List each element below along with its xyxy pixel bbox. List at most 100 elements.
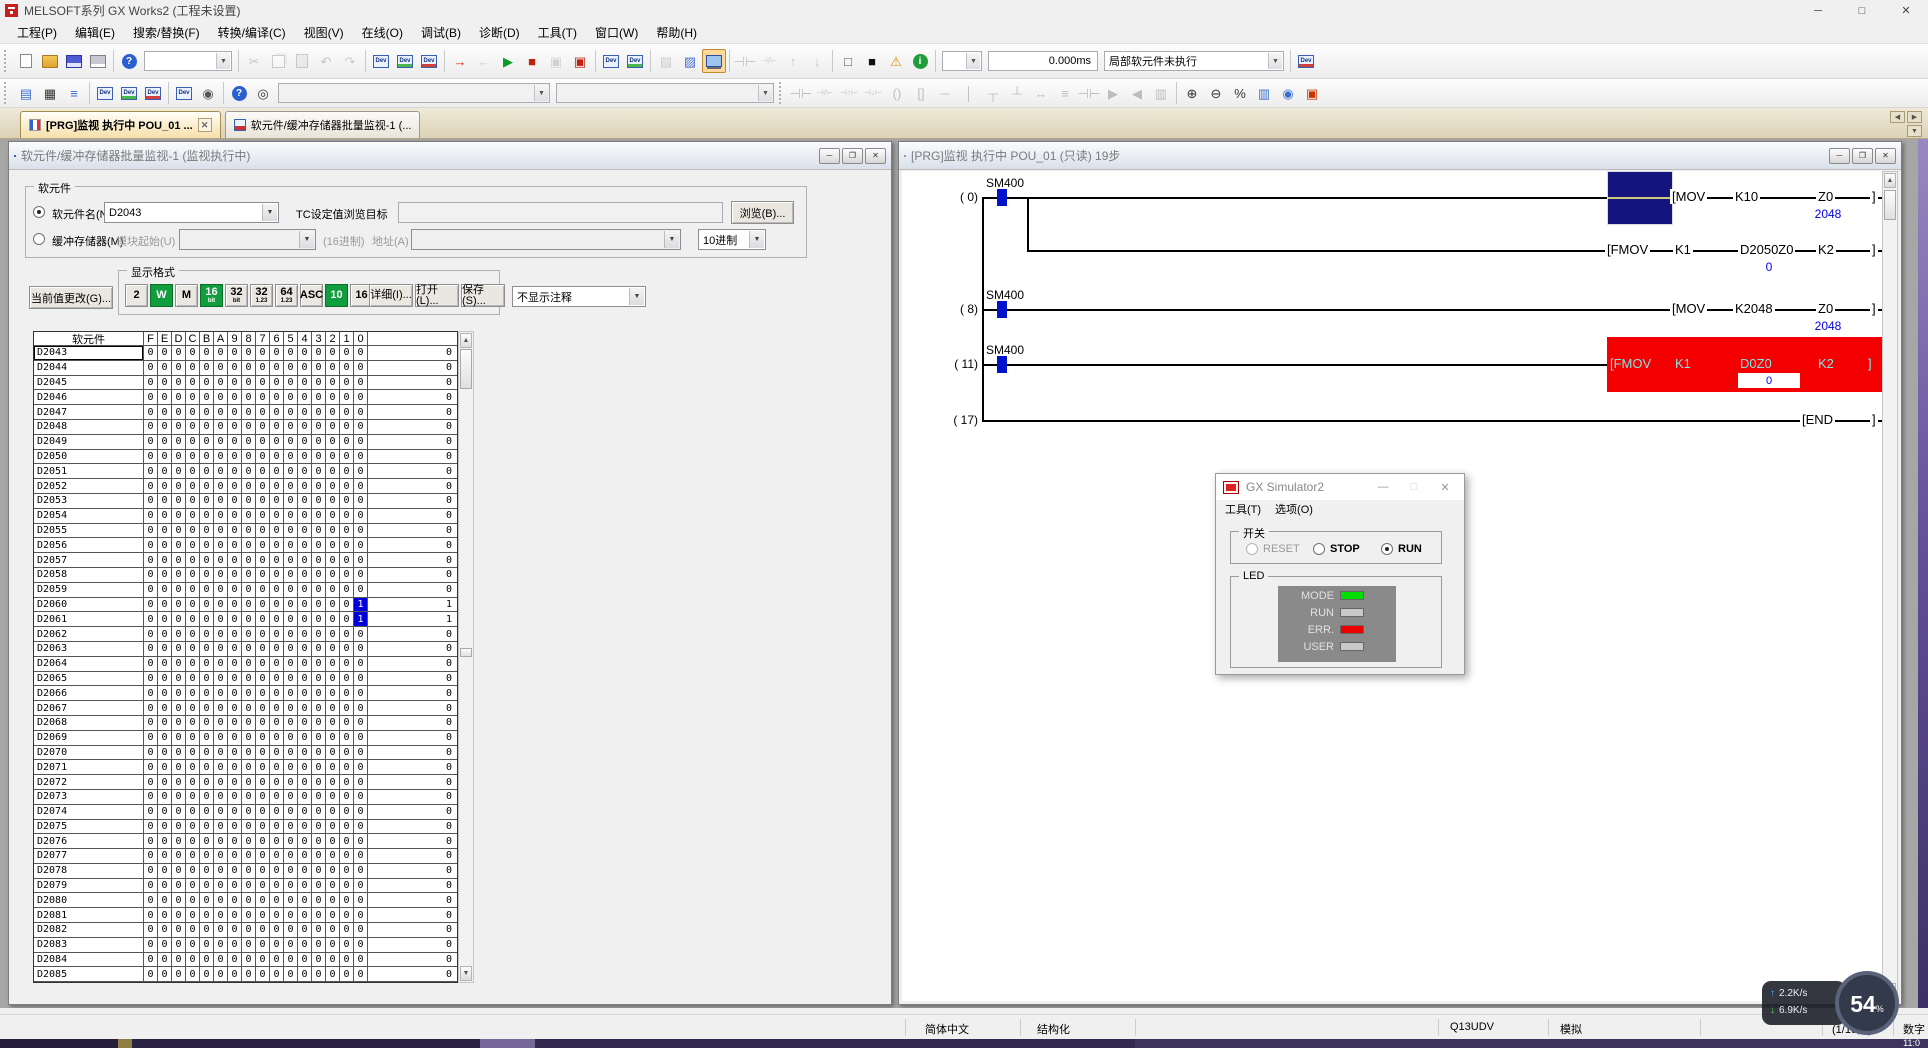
bit-cell[interactable]: 0	[298, 346, 312, 360]
bit-cell[interactable]: 0	[186, 790, 200, 804]
bit-cell[interactable]: 0	[200, 775, 214, 789]
bit-cell[interactable]: 0	[214, 405, 228, 419]
bit-cell[interactable]: 0	[270, 701, 284, 715]
bit-cell[interactable]: 0	[242, 746, 256, 760]
bit-cell[interactable]: 0	[144, 716, 158, 730]
bit-cell[interactable]: 0	[228, 805, 242, 819]
bit-cell[interactable]: 0	[186, 538, 200, 552]
bit-cell[interactable]: 0	[312, 672, 326, 686]
bit-cell[interactable]: 0	[284, 893, 298, 907]
bit-cell[interactable]: 0	[214, 716, 228, 730]
bit-cell[interactable]: 0	[144, 568, 158, 582]
bit-cell[interactable]: 0	[284, 938, 298, 952]
bit-cell[interactable]: 0	[312, 893, 326, 907]
bit-cell[interactable]: 0	[340, 346, 354, 360]
table-row[interactable]: D204600000000000000000	[34, 390, 457, 405]
bit-cell[interactable]: 0	[298, 834, 312, 848]
bit-cell[interactable]: 0	[312, 746, 326, 760]
bit-cell[interactable]: 0	[214, 538, 228, 552]
bit-cell[interactable]: 0	[256, 701, 270, 715]
detail-button[interactable]: 详细(I)...	[369, 284, 413, 307]
bit-cell[interactable]: 0	[256, 346, 270, 360]
bit-cell[interactable]: 0	[158, 849, 172, 863]
bit-cell[interactable]: 0	[284, 716, 298, 730]
bit-cell[interactable]: 0	[298, 405, 312, 419]
bit-cell[interactable]: 0	[326, 494, 340, 508]
table-row[interactable]: D208200000000000000000	[34, 923, 457, 938]
menu-item-10[interactable]: 窗口(W)	[586, 21, 647, 44]
bit-cell[interactable]: 0	[242, 509, 256, 523]
bit-cell[interactable]: 0	[298, 376, 312, 390]
tab-scroll-right-icon[interactable]: ▶	[1907, 111, 1922, 123]
bit-cell[interactable]: 0	[200, 583, 214, 597]
bit-cell[interactable]: 0	[214, 627, 228, 641]
bit-cell[interactable]: 0	[158, 672, 172, 686]
bit-cell[interactable]: 0	[242, 864, 256, 878]
bit-cell[interactable]: 0	[228, 967, 242, 981]
bit-cell[interactable]: 0	[256, 494, 270, 508]
ladder-titlebar[interactable]: [PRG]监视 执行中 POU_01 (只读) 19步 ─ ❐ ✕	[899, 142, 1901, 170]
bit-cell[interactable]: 0	[200, 494, 214, 508]
device-name-cell[interactable]: D2066	[34, 686, 144, 700]
bit-cell[interactable]: 0	[354, 953, 368, 967]
bit-cell[interactable]: 0	[144, 672, 158, 686]
bit-cell[interactable]: 0	[242, 553, 256, 567]
bit-cell[interactable]: 0	[158, 538, 172, 552]
bit-cell[interactable]: 0	[228, 568, 242, 582]
bit-cell[interactable]: 0	[354, 568, 368, 582]
bit-cell[interactable]: 0	[172, 494, 186, 508]
bit-cell[interactable]: 0	[270, 627, 284, 641]
bit-cell[interactable]: 0	[284, 390, 298, 404]
bit-cell[interactable]: 0	[284, 953, 298, 967]
bit-cell[interactable]: 0	[144, 524, 158, 538]
table-row[interactable]: D206000000000000000011	[34, 598, 457, 613]
bit-cell[interactable]: 0	[228, 820, 242, 834]
bit-cell[interactable]: 0	[312, 908, 326, 922]
bit-cell[interactable]: 0	[200, 612, 214, 626]
bit-cell[interactable]: 0	[340, 701, 354, 715]
value-cell[interactable]: 1	[368, 598, 457, 612]
value-cell[interactable]: 0	[368, 775, 457, 789]
bit-cell[interactable]: 0	[340, 938, 354, 952]
bit-cell[interactable]: 0	[228, 908, 242, 922]
bit-cell[interactable]: 0	[256, 953, 270, 967]
bit-cell[interactable]: 0	[228, 775, 242, 789]
table-row[interactable]: D205700000000000000000	[34, 553, 457, 568]
bit-cell[interactable]: 0	[172, 893, 186, 907]
device-name-cell[interactable]: D2052	[34, 479, 144, 493]
bit-cell[interactable]: 0	[144, 509, 158, 523]
bit-cell[interactable]: 0	[228, 538, 242, 552]
bit-cell[interactable]: 0	[270, 893, 284, 907]
bit-cell[interactable]: 0	[340, 553, 354, 567]
bit-cell[interactable]: 0	[284, 612, 298, 626]
bit-cell[interactable]: 0	[172, 908, 186, 922]
table-row[interactable]: D204300000000000000000	[34, 346, 457, 361]
bit-cell[interactable]: 0	[228, 893, 242, 907]
table-row[interactable]: D207400000000000000000	[34, 805, 457, 820]
device-name-cell[interactable]: D2055	[34, 524, 144, 538]
watch-stop-icon[interactable]: ▣	[568, 49, 592, 73]
table-row[interactable]: D207800000000000000000	[34, 864, 457, 879]
menu-item-8[interactable]: 诊断(D)	[470, 21, 529, 44]
device-name-cell[interactable]: D2060	[34, 598, 144, 612]
bit-cell[interactable]: 0	[340, 686, 354, 700]
program-select-combo[interactable]: ▼	[144, 51, 232, 71]
bit-cell[interactable]: 0	[144, 390, 158, 404]
bit-cell[interactable]: 0	[284, 346, 298, 360]
bit-cell[interactable]: 0	[284, 405, 298, 419]
bit-cell[interactable]: 0	[158, 716, 172, 730]
bit-cell[interactable]: 0	[340, 361, 354, 375]
buffer-monitor-icon[interactable]: Dev	[141, 81, 165, 105]
bit-cell[interactable]: 0	[312, 376, 326, 390]
bit-cell[interactable]: 0	[158, 805, 172, 819]
device-name-cell[interactable]: D2073	[34, 790, 144, 804]
bit-cell[interactable]: 0	[172, 435, 186, 449]
bit-cell[interactable]: 0	[186, 879, 200, 893]
device-name-cell[interactable]: D2076	[34, 834, 144, 848]
bit-cell[interactable]: 0	[270, 716, 284, 730]
bit-cell[interactable]: 0	[186, 849, 200, 863]
bit-cell[interactable]: 0	[228, 435, 242, 449]
bit-cell[interactable]: 0	[186, 820, 200, 834]
bit-cell[interactable]: 0	[284, 686, 298, 700]
bit-cell[interactable]: 0	[172, 420, 186, 434]
